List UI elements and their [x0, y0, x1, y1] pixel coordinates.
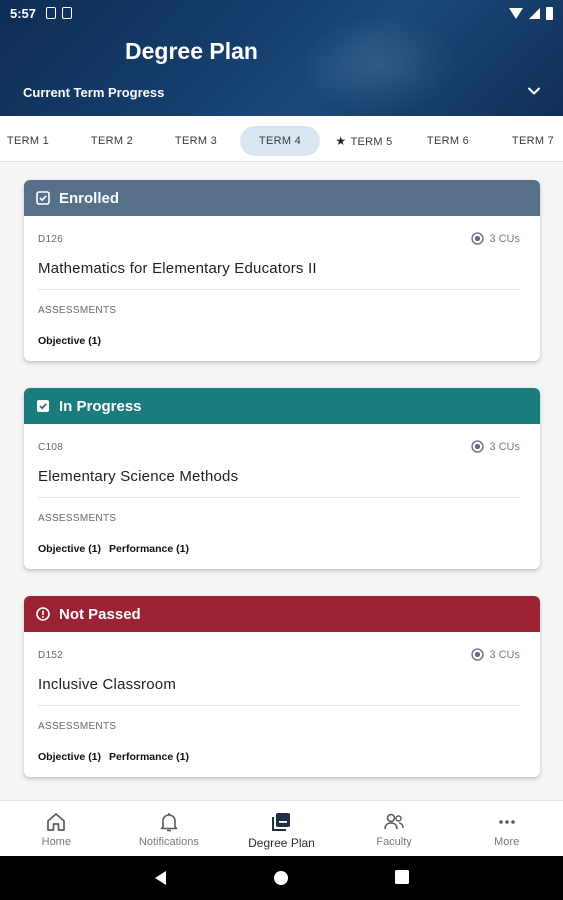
nav-label: Degree Plan — [248, 836, 315, 850]
course-code: C108 — [38, 442, 64, 453]
tab-term-7[interactable]: TERM 7 — [505, 126, 561, 156]
tab-term-6[interactable]: TERM 6 — [420, 126, 476, 156]
current-term-progress-toggle[interactable]: Current Term Progress — [23, 85, 164, 100]
divider — [38, 705, 520, 706]
status-bar: 5:57 — [0, 0, 563, 26]
tab-term-1[interactable]: TERM 1 — [0, 126, 56, 156]
target-circle-icon — [471, 648, 485, 661]
term-tabs: TERM 1 TERM 2 TERM 3 TERM 4 ★ TERM 5 TERM… — [0, 116, 563, 162]
more-icon — [498, 820, 515, 824]
degree-plan-icon — [272, 813, 291, 831]
course-title: Inclusive Classroom — [38, 676, 177, 693]
status-label: Not Passed — [59, 605, 141, 623]
divider — [38, 497, 520, 498]
chevron-down-icon[interactable] — [527, 84, 541, 98]
alert-circle-icon — [36, 607, 50, 621]
nav-more[interactable]: More — [450, 801, 563, 856]
competency-units: 3 CUs — [471, 440, 520, 453]
bell-icon — [160, 813, 178, 832]
checkbox-outline-icon — [36, 191, 50, 205]
competency-units: 3 CUs — [471, 648, 520, 661]
course-title: Elementary Science Methods — [38, 468, 239, 485]
tab-term-3[interactable]: TERM 3 — [168, 126, 224, 156]
assessment-objective: Objective (1) — [38, 543, 102, 555]
sd-card-icon — [46, 7, 57, 19]
tab-term-5[interactable]: ★ TERM 5 — [330, 126, 398, 156]
recents-icon[interactable] — [395, 870, 409, 884]
bottom-navigation: Home Notifications Degree Plan Faculty M… — [0, 800, 563, 856]
system-navigation-bar — [0, 856, 563, 900]
nav-degree-plan[interactable]: Degree Plan — [225, 801, 338, 856]
course-card[interactable]: In Progress C108 3 CUs Elementary Scienc… — [24, 388, 540, 569]
faculty-icon — [384, 813, 404, 830]
tab-term-4[interactable]: TERM 4 — [240, 126, 320, 156]
assessments-label: ASSESSMENTS — [38, 513, 117, 524]
status-header-not-passed: Not Passed — [24, 596, 540, 632]
nav-label: Home — [41, 836, 71, 848]
competency-units: 3 CUs — [471, 232, 520, 245]
page-title: Degree Plan — [125, 38, 258, 64]
assessment-performance: Performance (1) — [109, 751, 189, 763]
course-title: Mathematics for Elementary Educators II — [38, 260, 317, 277]
assessment-objective: Objective (1) — [38, 751, 102, 763]
assessment-objective: Objective (1) — [38, 335, 102, 347]
status-header-in-progress: In Progress — [24, 388, 540, 424]
status-time: 5:57 — [10, 5, 37, 21]
assessments-list: Objective (1) Performance (1) — [38, 543, 189, 555]
star-icon: ★ — [335, 134, 347, 148]
status-header-enrolled: Enrolled — [24, 180, 540, 216]
wifi-icon — [509, 7, 523, 19]
checkbox-filled-icon — [37, 400, 49, 412]
assessments-label: ASSESSMENTS — [38, 721, 117, 732]
divider — [38, 289, 520, 290]
course-card[interactable]: Enrolled D126 3 CUs Mathematics for Elem… — [24, 180, 540, 361]
nav-faculty[interactable]: Faculty — [338, 801, 451, 856]
home-circle-icon[interactable] — [273, 870, 289, 886]
course-code: D152 — [38, 650, 64, 661]
assessments-list: Objective (1) — [38, 335, 101, 347]
assessments-label: ASSESSMENTS — [38, 305, 117, 316]
back-icon[interactable] — [153, 870, 167, 886]
status-label: Enrolled — [59, 189, 120, 207]
assessments-list: Objective (1) Performance (1) — [38, 751, 189, 763]
nav-label: More — [494, 836, 520, 848]
target-circle-icon — [471, 440, 485, 453]
nav-home[interactable]: Home — [0, 801, 113, 856]
cell-signal-icon — [529, 7, 540, 19]
course-card[interactable]: Not Passed D152 3 CUs Inclusive Classroo… — [24, 596, 540, 777]
nav-label: Faculty — [376, 836, 412, 848]
course-code: D126 — [38, 234, 64, 245]
nav-label: Notifications — [138, 836, 199, 848]
app-header: 5:57 Degree Plan Current Term Progress — [0, 0, 563, 116]
battery-icon — [546, 6, 553, 20]
status-label: In Progress — [59, 397, 142, 415]
tab-term-2[interactable]: TERM 2 — [84, 126, 140, 156]
home-icon — [47, 813, 66, 831]
shield-notification-icon — [62, 7, 73, 19]
assessment-performance: Performance (1) — [109, 543, 189, 555]
target-circle-icon — [471, 232, 485, 245]
nav-notifications[interactable]: Notifications — [113, 801, 226, 856]
